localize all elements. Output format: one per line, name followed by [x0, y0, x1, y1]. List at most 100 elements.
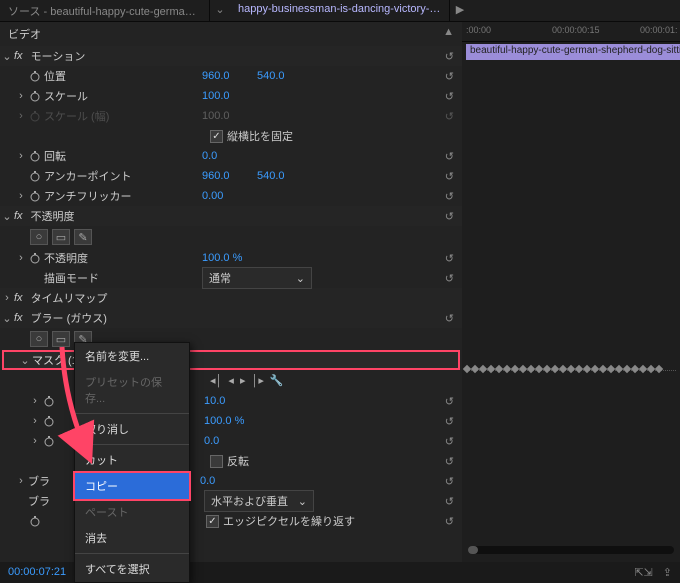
keyframe-icon[interactable] [655, 365, 663, 373]
expand-rotation[interactable]: › [14, 150, 28, 162]
mask-1-row[interactable]: ⌄ マスク (1) [2, 350, 460, 370]
reset-repeat[interactable]: ↺ [445, 515, 454, 528]
position-x[interactable]: 960.0 [202, 70, 257, 82]
stopwatch-icon[interactable] [28, 189, 42, 203]
reset-blur[interactable]: ↺ [445, 312, 454, 325]
anchor-y[interactable]: 540.0 [257, 170, 312, 182]
lock-ratio-checkbox[interactable] [210, 130, 223, 143]
expand-motion[interactable]: ⌄ [0, 50, 14, 63]
track-wrench-icon[interactable]: 🔧 [270, 374, 284, 387]
expand-blur-hidden1[interactable]: › [14, 475, 28, 487]
blur-p1-value[interactable]: 10.0 [204, 395, 259, 407]
export-icon[interactable]: ⇪ [663, 566, 672, 579]
reset-p2[interactable]: ↺ [445, 415, 454, 428]
tab-source[interactable]: ソース - beautiful-happy-cute-german-shephe… [0, 0, 210, 21]
position-y[interactable]: 540.0 [257, 70, 312, 82]
tab-chevron[interactable]: ⌄ [210, 0, 230, 21]
ctx-select-all[interactable]: すべてを選択 [75, 556, 189, 582]
antiflicker-value[interactable]: 0.00 [202, 190, 257, 202]
fx-badge: fx [14, 292, 29, 304]
blend-mode-select[interactable]: 通常⌄ [202, 267, 312, 289]
expand-timeremap[interactable]: › [0, 292, 14, 304]
stopwatch-icon[interactable] [42, 394, 56, 408]
expand-opacity[interactable]: ⌄ [0, 210, 14, 223]
mask-rect-icon[interactable]: ▭ [52, 229, 70, 245]
repeat-edge-checkbox[interactable] [206, 515, 219, 528]
reset-position[interactable]: ↺ [445, 70, 454, 83]
stopwatch-icon[interactable] [42, 434, 56, 448]
track-prev-kf-icon[interactable]: ◂│ [210, 374, 222, 387]
expand-blur-p2[interactable]: › [28, 415, 42, 427]
reset-anchor[interactable]: ↺ [445, 170, 454, 183]
fx-badge: fx [14, 312, 29, 324]
timeline-scrollbar[interactable] [468, 546, 674, 554]
ctx-rename[interactable]: 名前を変更... [75, 343, 189, 369]
mask-ellipse-icon[interactable]: ○ [30, 229, 48, 245]
prop-scale: スケール [42, 88, 202, 104]
blur-p3-value[interactable]: 0.0 [204, 435, 259, 447]
blur-dimension-select[interactable]: 水平および垂直⌄ [204, 490, 314, 512]
reset-antiflicker[interactable]: ↺ [445, 190, 454, 203]
expand-opacity-val[interactable]: › [14, 252, 28, 264]
stopwatch-icon[interactable] [28, 69, 42, 83]
reset-p1[interactable]: ↺ [445, 395, 454, 408]
timeline-clip[interactable]: beautiful-happy-cute-german-shepherd-dog… [466, 44, 680, 60]
mask-ellipse-icon[interactable]: ○ [30, 331, 48, 347]
current-timecode[interactable]: 00:00:07:21 [8, 566, 66, 578]
stopwatch-icon[interactable] [42, 414, 56, 428]
reset-motion[interactable]: ↺ [445, 50, 454, 63]
blur-p4-value[interactable]: 0.0 [200, 475, 255, 487]
reset-opacity-val[interactable]: ↺ [445, 252, 454, 265]
effect-timeremap[interactable]: タイムリマップ [29, 290, 209, 306]
tab-play-icon[interactable]: ▶ [450, 0, 470, 21]
anchor-x[interactable]: 960.0 [202, 170, 257, 182]
stopwatch-icon[interactable] [28, 169, 42, 183]
blur-p2-value[interactable]: 100.0 % [204, 415, 274, 427]
invert-checkbox[interactable] [210, 455, 223, 468]
time-ruler[interactable]: :00:00 00:00:00:15 00:00:01: [462, 22, 680, 42]
ctx-copy[interactable]: コピー [73, 471, 191, 501]
effect-opacity[interactable]: 不透明度 [29, 208, 209, 224]
expand-antiflicker[interactable]: › [14, 190, 28, 202]
mask-pen-icon[interactable]: ✎ [74, 229, 92, 245]
track-back-icon[interactable]: ◂ [228, 374, 234, 387]
stopwatch-icon[interactable] [28, 251, 42, 265]
ctx-undo[interactable]: 取り消し [75, 416, 189, 442]
reset-scale-w: ↺ [445, 110, 454, 123]
mask-rect-icon[interactable]: ▭ [52, 331, 70, 347]
opacity-value[interactable]: 100.0 % [202, 252, 272, 264]
panel-title: ビデオ [8, 26, 41, 42]
expand-scale[interactable]: › [14, 90, 28, 102]
scrollbar-thumb[interactable] [468, 546, 478, 554]
reset-rotation[interactable]: ↺ [445, 150, 454, 163]
tab-effect-controls[interactable]: happy-businessman-is-dancing-victory-da.… [230, 0, 450, 21]
ctx-separator [75, 553, 189, 554]
effect-motion[interactable]: モーション [29, 48, 209, 64]
expand-blur-p1[interactable]: › [28, 395, 42, 407]
reset-dim[interactable]: ↺ [445, 495, 454, 508]
stopwatch-icon[interactable] [28, 149, 42, 163]
rotation-value[interactable]: 0.0 [202, 150, 257, 162]
reset-p3[interactable]: ↺ [445, 435, 454, 448]
reset-opacity[interactable]: ↺ [445, 210, 454, 223]
zoom-fit-icon[interactable]: ⇱⇲ [634, 566, 652, 579]
ctx-cut[interactable]: カット [75, 447, 189, 473]
scale-value[interactable]: 100.0 [202, 90, 257, 102]
reset-invert[interactable]: ↺ [445, 455, 454, 468]
mask-keyframe-track[interactable] [462, 362, 680, 380]
expand-blur-p3[interactable]: › [28, 435, 42, 447]
effect-blur-gauss[interactable]: ブラー (ガウス) [29, 310, 209, 326]
reset-blend[interactable]: ↺ [445, 272, 454, 285]
scroll-up-icon[interactable]: ▲ [443, 26, 454, 42]
stopwatch-icon[interactable] [28, 514, 42, 528]
expand-blur[interactable]: ⌄ [0, 312, 14, 325]
ctx-clear[interactable]: 消去 [75, 525, 189, 551]
effect-controls-panel: ビデオ ▲ ⌄ fx モーション ↺ 位置 960.0 540.0 ↺ › スケ… [0, 22, 462, 562]
stopwatch-icon[interactable] [28, 89, 42, 103]
reset-p4[interactable]: ↺ [445, 475, 454, 488]
ruler-tick: :00:00 [466, 25, 491, 35]
expand-mask[interactable]: ⌄ [18, 354, 32, 367]
track-next-kf-icon[interactable]: │▸ [251, 374, 263, 387]
track-play-icon[interactable]: ▸ [240, 374, 246, 387]
reset-scale[interactable]: ↺ [445, 90, 454, 103]
